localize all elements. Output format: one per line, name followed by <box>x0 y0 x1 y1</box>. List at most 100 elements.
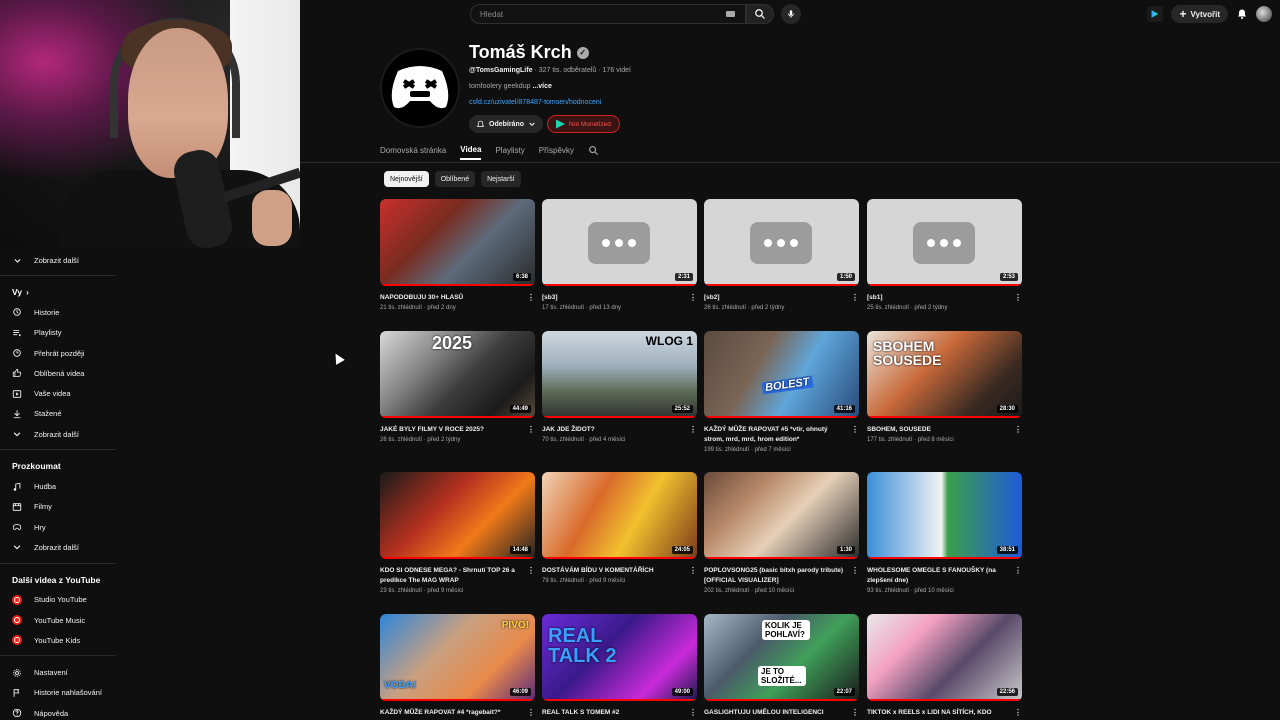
sidebar-item-settings[interactable]: Nastavení <box>0 662 118 682</box>
video-thumbnail[interactable]: 2025 44:49 <box>380 331 535 418</box>
video-title-wrap[interactable]: REAL TALK S TOMEM #2 ⋮ <box>542 708 697 718</box>
video-card[interactable]: 1:50 [sb2] ⋮ 26 tis. zhlédnutí · před 2 týd… <box>704 199 859 311</box>
chip-popular[interactable]: Oblíbené <box>434 171 476 187</box>
tab-home[interactable]: Domovská stránka <box>380 140 446 160</box>
create-button[interactable]: + Vytvořit <box>1171 5 1228 23</box>
sidebar-item-yt-app-1[interactable]: YouTube Music <box>0 610 118 630</box>
video-title-wrap[interactable]: DOSTÁVÁM BÍDU V KOMENTÁŘÍCH ⋮ <box>542 566 697 576</box>
sidebar-item-flag[interactable]: Historie nahlašování <box>0 683 118 703</box>
kebab-menu-icon[interactable]: ⋮ <box>1014 708 1022 718</box>
video-title-wrap[interactable]: NAPODOBUJU 30+ HLASŮ ⋮ <box>380 293 535 303</box>
video-title[interactable]: TIKTOK x REELS x LIDI NA SÍTÍCH, KDO <box>867 709 992 716</box>
video-card[interactable]: 2:53 [sb1] ⋮ 25 tis. zhlédnutí · před 2 týd… <box>867 199 1022 311</box>
video-title[interactable]: DOSTÁVÁM BÍDU V KOMENTÁŘÍCH <box>542 567 654 574</box>
video-title-wrap[interactable]: TIKTOK x REELS x LIDI NA SÍTÍCH, KDO ⋮ <box>867 708 1022 718</box>
sidebar-item-music[interactable]: Hudba <box>0 476 118 496</box>
video-title[interactable]: [sb2] <box>704 294 720 301</box>
sidebar-item-downloads[interactable]: Stažené <box>0 404 118 424</box>
video-card[interactable]: 1:30 POPLOVSONG25 (basic bitxh parody tri… <box>704 472 859 594</box>
studio-icon[interactable] <box>1147 6 1164 22</box>
video-title[interactable]: NAPODOBUJU 30+ HLASŮ <box>380 294 463 301</box>
video-card[interactable]: REAL TALK 2 49:00 REAL TALK S TOMEM #2 ⋮ <box>542 614 697 720</box>
video-title[interactable]: WHOLESOME OMEGLE S FANOUŠKY (na zlepšení… <box>867 567 996 584</box>
video-card[interactable]: WLOG 1 25:52 JAK JDE ŽIDOT? ⋮ 70 tis. zhlédn… <box>542 331 697 443</box>
video-card[interactable]: SBOHEM SOUSEDE 28:30 SBOHEM, SOUSEDE ⋮ 177 t… <box>867 331 1022 443</box>
video-thumbnail[interactable]: 38:51 <box>867 472 1022 559</box>
sidebar-item-gaming[interactable]: Hry <box>0 517 118 537</box>
kebab-menu-icon[interactable]: ⋮ <box>851 566 859 576</box>
kebab-menu-icon[interactable]: ⋮ <box>1014 293 1022 303</box>
channel-search-button[interactable] <box>588 140 599 160</box>
video-thumbnail[interactable]: SBOHEM SOUSEDE 28:30 <box>867 331 1022 418</box>
sidebar-item-yt-app-0[interactable]: Studio YouTube <box>0 590 118 610</box>
video-thumbnail[interactable]: 2:31 <box>542 199 697 286</box>
channel-avatar[interactable] <box>380 48 460 128</box>
video-title-wrap[interactable]: [sb1] ⋮ <box>867 293 1022 303</box>
sidebar-item-your-videos[interactable]: Vaše videa <box>0 383 118 403</box>
video-title-wrap[interactable]: POPLOVSONG25 (basic bitxh parody tribute… <box>704 566 859 586</box>
video-thumbnail[interactable]: WLOG 1 25:52 <box>542 331 697 418</box>
video-title-wrap[interactable]: WHOLESOME OMEGLE S FANOUŠKY (na zlepšení… <box>867 566 1022 586</box>
video-title-wrap[interactable]: [sb2] ⋮ <box>704 293 859 303</box>
video-title-wrap[interactable]: KDO SI ODNESE MEGA? - Shrnutí TOP 26 a p… <box>380 566 535 586</box>
kebab-menu-icon[interactable]: ⋮ <box>689 293 697 303</box>
video-thumbnail[interactable]: 6:38 <box>380 199 535 286</box>
kebab-menu-icon[interactable]: ⋮ <box>527 708 535 718</box>
video-title-wrap[interactable]: SBOHEM, SOUSEDE ⋮ <box>867 425 1022 435</box>
kebab-menu-icon[interactable]: ⋮ <box>689 566 697 576</box>
video-thumbnail[interactable]: 22:56 <box>867 614 1022 701</box>
kebab-menu-icon[interactable]: ⋮ <box>851 708 859 718</box>
video-title[interactable]: GASLIGHTUJU UMĚLOU INTELIGENCI <box>704 709 824 716</box>
video-thumbnail[interactable]: PIVO! VODA! 46:09 <box>380 614 535 701</box>
sidebar-item-watch-later[interactable]: Přehrát později <box>0 343 118 363</box>
account-avatar[interactable] <box>1256 6 1272 22</box>
chip-newest[interactable]: Nejnovější <box>384 171 429 187</box>
not-monetized-badge[interactable]: Not Monetized <box>547 115 620 133</box>
kebab-menu-icon[interactable]: ⋮ <box>527 293 535 303</box>
video-card[interactable]: BOLEST 41:16 KAŽDÝ MŮŽE RAPOVAT #5 *vtir, … <box>704 331 859 453</box>
sidebar-you-header[interactable]: Vy › <box>0 282 118 302</box>
video-title[interactable]: SBOHEM, SOUSEDE <box>867 426 931 433</box>
channel-link[interactable]: csfd.cz/uzivatel/878487-tomsen/hodnoceni <box>469 99 601 106</box>
more-link[interactable]: ...více <box>532 83 551 90</box>
video-card[interactable]: KOLIK JE POHLAVÍ? JE TO SLOŽITÉ... 22:07 GA… <box>704 614 859 720</box>
video-card[interactable]: PIVO! VODA! 46:09 KAŽDÝ MŮŽE RAPOVAT #4 *ra… <box>380 614 535 720</box>
sidebar-item-help[interactable]: Nápověda <box>0 703 118 720</box>
video-card[interactable]: 2025 44:49 JAKÉ BYLY FILMY V ROCE 2025? ⋮ 26… <box>380 331 535 443</box>
sidebar-item-yt-app-2[interactable]: YouTube Kids <box>0 630 118 650</box>
bell-icon[interactable] <box>1236 8 1248 20</box>
video-thumbnail[interactable]: 1:50 <box>704 199 859 286</box>
search-button[interactable] <box>746 4 774 24</box>
video-thumbnail[interactable]: REAL TALK 2 49:00 <box>542 614 697 701</box>
sidebar-item-history[interactable]: Historie <box>0 302 118 322</box>
video-card[interactable]: 38:51 WHOLESOME OMEGLE S FANOUŠKY (na zle… <box>867 472 1022 594</box>
sidebar-item-liked[interactable]: Oblíbená videa <box>0 363 118 383</box>
kebab-menu-icon[interactable]: ⋮ <box>851 425 859 435</box>
video-title[interactable]: REAL TALK S TOMEM #2 <box>542 709 619 716</box>
search-input[interactable]: Hledat <box>470 4 746 24</box>
video-card[interactable]: 2:31 [sb3] ⋮ 17 tis. zhlédnutí · před 13 dn… <box>542 199 697 311</box>
video-thumbnail[interactable]: 1:30 <box>704 472 859 559</box>
sidebar-item-playlists[interactable]: Playlisty <box>0 323 118 343</box>
sidebar-item-chevron-down[interactable]: Zobrazit další <box>0 537 118 557</box>
video-thumbnail[interactable]: 24:05 <box>542 472 697 559</box>
video-title[interactable]: KDO SI ODNESE MEGA? - Shrnutí TOP 26 a p… <box>380 567 515 584</box>
video-title-wrap[interactable]: [sb3] ⋮ <box>542 293 697 303</box>
video-card[interactable]: 22:56 TIKTOK x REELS x LIDI NA SÍTÍCH, KD… <box>867 614 1022 720</box>
channel-description[interactable]: tomfoolery geekdup ...více <box>469 83 552 90</box>
kebab-menu-icon[interactable]: ⋮ <box>527 566 535 576</box>
sidebar-item-movies[interactable]: Filmy <box>0 497 118 517</box>
video-thumbnail[interactable]: KOLIK JE POHLAVÍ? JE TO SLOŽITÉ... 22:07 <box>704 614 859 701</box>
video-title[interactable]: KAŽDÝ MŮŽE RAPOVAT #5 *vtir, ohnutý stro… <box>704 426 828 443</box>
video-title-wrap[interactable]: KAŽDÝ MŮŽE RAPOVAT #5 *vtir, ohnutý stro… <box>704 425 859 445</box>
video-title[interactable]: POPLOVSONG25 (basic bitxh parody tribute… <box>704 567 843 584</box>
video-title[interactable]: [sb1] <box>867 294 883 301</box>
video-title-wrap[interactable]: KAŽDÝ MŮŽE RAPOVAT #4 *ragebait?* ⋮ <box>380 708 535 718</box>
keyboard-icon[interactable] <box>726 11 735 17</box>
kebab-menu-icon[interactable]: ⋮ <box>1014 566 1022 576</box>
video-thumbnail[interactable]: 14:48 <box>380 472 535 559</box>
video-title[interactable]: JAK JDE ŽIDOT? <box>542 426 595 433</box>
video-title-wrap[interactable]: JAK JDE ŽIDOT? ⋮ <box>542 425 697 435</box>
chip-oldest[interactable]: Nejstarší <box>481 171 521 187</box>
kebab-menu-icon[interactable]: ⋮ <box>1014 425 1022 435</box>
